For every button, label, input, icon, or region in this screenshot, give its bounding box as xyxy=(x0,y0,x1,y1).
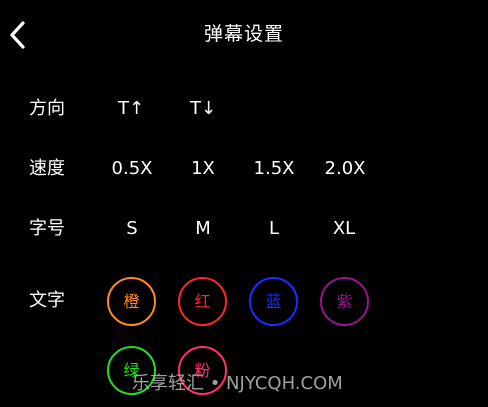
color-swatch-blue[interactable]: 蓝 xyxy=(249,277,298,326)
header-bar: 弹幕设置 xyxy=(0,0,488,68)
font-size-option-xl[interactable]: XL xyxy=(314,216,374,242)
direction-option-up[interactable]: T↑ xyxy=(101,96,161,122)
color-swatch-purple[interactable]: 紫 xyxy=(320,277,369,326)
text-color-label: 文字 xyxy=(29,290,65,311)
direction-label: 方向 xyxy=(29,98,65,119)
font-size-option-m[interactable]: M xyxy=(173,216,233,242)
watermark-text: 乐享轻汇 • NJYCQH.COM xyxy=(132,373,343,394)
direction-option-down[interactable]: T↓ xyxy=(173,96,233,122)
speed-option-1-5x[interactable]: 1.5X xyxy=(244,156,304,182)
font-size-option-s[interactable]: S xyxy=(102,216,162,242)
speed-option-1x[interactable]: 1X xyxy=(173,156,233,182)
font-size-label: 字号 xyxy=(29,218,65,239)
font-size-option-l[interactable]: L xyxy=(244,216,304,242)
color-swatch-red[interactable]: 红 xyxy=(178,277,227,326)
color-swatch-orange[interactable]: 橙 xyxy=(107,277,156,326)
page-title: 弹幕设置 xyxy=(203,23,284,45)
speed-option-0-5x[interactable]: 0.5X xyxy=(102,156,162,182)
speed-option-2-0x[interactable]: 2.0X xyxy=(315,156,375,182)
speed-label: 速度 xyxy=(29,158,65,179)
